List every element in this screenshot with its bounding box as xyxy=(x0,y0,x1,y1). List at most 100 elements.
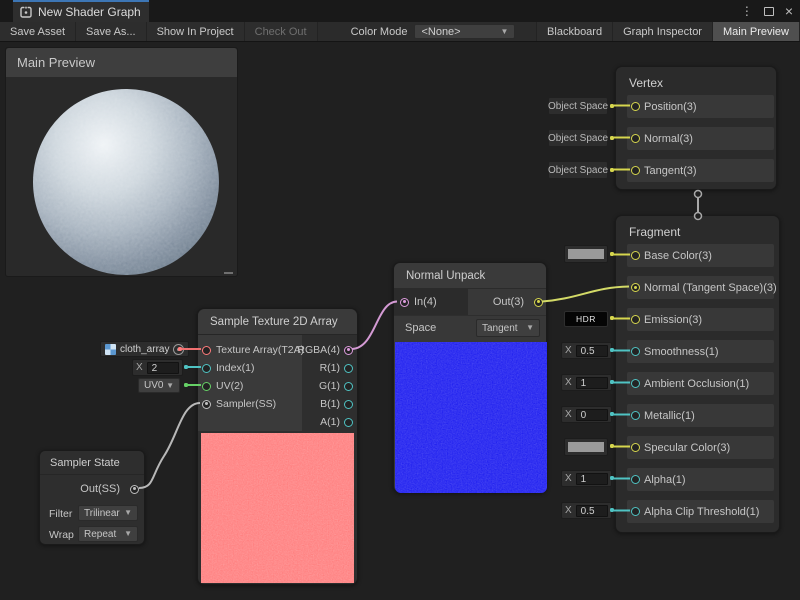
port-emission[interactable] xyxy=(631,315,640,324)
graph-canvas[interactable]: Main Preview Vertex Position(3) Normal(3… xyxy=(0,42,800,600)
filter-dropdown[interactable]: Trilinear ▼ xyxy=(78,505,138,521)
wrap-label: Wrap xyxy=(49,529,74,541)
value-field[interactable]: 1 xyxy=(576,473,608,485)
port-label: Alpha(1) xyxy=(644,474,686,486)
port-label: Out(3) xyxy=(493,296,524,308)
port-normal-tangent-space[interactable] xyxy=(631,283,640,292)
x-label: X xyxy=(565,505,572,516)
port-r[interactable] xyxy=(344,364,353,373)
port-specular-color[interactable] xyxy=(631,443,640,452)
port-a[interactable] xyxy=(344,418,353,427)
emission-color-swatch[interactable]: HDR xyxy=(564,311,608,327)
position-space-widget[interactable]: Object Space xyxy=(548,97,608,115)
tab-title: New Shader Graph xyxy=(38,5,141,19)
port-ambient-occlusion[interactable] xyxy=(631,379,640,388)
maximize-icon[interactable] xyxy=(764,7,774,16)
connector-dot xyxy=(184,383,188,387)
fragment-row-ambient-occlusion: Ambient Occlusion(1) xyxy=(627,372,774,395)
close-icon[interactable]: × xyxy=(785,4,793,18)
port-normal[interactable] xyxy=(631,134,640,143)
port-tangent[interactable] xyxy=(631,166,640,175)
port-out-ss[interactable] xyxy=(130,485,139,494)
connector-dot xyxy=(610,412,614,416)
port-index[interactable] xyxy=(202,364,211,373)
wrap-dropdown[interactable]: Repeat ▼ xyxy=(78,526,138,542)
port-label: Alpha Clip Threshold(1) xyxy=(644,506,759,518)
port-alpha-clip-threshold[interactable] xyxy=(631,507,640,516)
main-preview-header[interactable]: Main Preview xyxy=(6,48,237,77)
save-as-button[interactable]: Save As... xyxy=(76,22,147,41)
tab-new-shader-graph[interactable]: New Shader Graph xyxy=(13,0,149,22)
shader-graph-icon xyxy=(20,6,32,18)
alpha-clip-field[interactable]: X 0.5 xyxy=(561,502,612,519)
port-label: B(1) xyxy=(320,398,340,410)
tangent-space-widget[interactable]: Object Space xyxy=(548,161,608,179)
port-alpha[interactable] xyxy=(631,475,640,484)
specular-color-swatch[interactable] xyxy=(564,438,608,456)
port-label: Index(1) xyxy=(216,362,255,374)
value-field[interactable]: 0 xyxy=(576,409,608,421)
save-asset-button[interactable]: Save Asset xyxy=(0,22,76,41)
show-in-project-button[interactable]: Show In Project xyxy=(147,22,245,41)
port-texture-array[interactable] xyxy=(202,346,211,355)
port-position[interactable] xyxy=(631,102,640,111)
resize-handle[interactable] xyxy=(224,272,233,274)
node-sampler-state[interactable]: Sampler State Out(SS) Filter Trilinear ▼… xyxy=(39,450,145,545)
value-field[interactable]: 0.5 xyxy=(576,505,608,517)
value-field[interactable]: 2 xyxy=(147,362,179,374)
connector-dot xyxy=(178,347,182,351)
edge-sampler-state[interactable] xyxy=(139,403,200,488)
port-label: Metallic(1) xyxy=(644,410,695,422)
node-title: Fragment xyxy=(616,216,779,239)
space-value: Object Space xyxy=(548,133,608,144)
blackboard-button[interactable]: Blackboard xyxy=(536,22,613,41)
edge-rgba-to-in[interactable] xyxy=(352,302,397,350)
uv-channel-dropdown[interactable]: UV0 ▼ xyxy=(138,378,180,393)
port-in[interactable] xyxy=(400,298,409,307)
normal-space-widget[interactable]: Object Space xyxy=(548,129,608,147)
index-field[interactable]: X 2 xyxy=(132,359,183,376)
space-label: Space xyxy=(405,322,436,334)
value-field[interactable]: 0.5 xyxy=(576,345,608,357)
check-out-button: Check Out xyxy=(245,22,318,41)
node-vertex[interactable]: Vertex Position(3) Normal(3) Tangent(3) xyxy=(615,66,777,190)
value-field[interactable]: 1 xyxy=(576,377,608,389)
space-dropdown[interactable]: Tangent ▼ xyxy=(476,319,540,337)
main-preview-panel[interactable]: Main Preview xyxy=(5,47,238,277)
port-label: Normal(3) xyxy=(644,133,693,145)
port-sampler[interactable] xyxy=(202,400,211,409)
graph-inspector-button[interactable]: Graph Inspector xyxy=(613,22,713,41)
port-label: Ambient Occlusion(1) xyxy=(644,378,749,390)
node-sample-texture-2d-array[interactable]: Sample Texture 2D Array Texture Array(T2… xyxy=(197,308,358,585)
port-b[interactable] xyxy=(344,400,353,409)
port-smoothness[interactable] xyxy=(631,347,640,356)
port-label: Smoothness(1) xyxy=(644,346,719,358)
port-label: Specular Color(3) xyxy=(644,442,730,454)
base-color-swatch[interactable] xyxy=(564,245,608,263)
port-base-color[interactable] xyxy=(631,251,640,260)
connector-dot xyxy=(610,252,614,256)
dropdown-arrow-icon: ▼ xyxy=(166,382,174,390)
port-metallic[interactable] xyxy=(631,411,640,420)
port-label: Sampler(SS) xyxy=(216,398,276,410)
node-normal-unpack[interactable]: Normal Unpack In(4) Out(3) Space Tangent… xyxy=(393,262,547,493)
ambient-occlusion-field[interactable]: X 1 xyxy=(561,374,612,391)
color-mode-dropdown[interactable]: <None> ▼ xyxy=(414,24,515,39)
x-label: X xyxy=(136,362,143,373)
port-out[interactable] xyxy=(534,298,543,307)
main-preview-body xyxy=(6,77,237,277)
menu-dots-icon[interactable]: ⋮ xyxy=(741,5,753,17)
port-label: In(4) xyxy=(414,296,437,308)
filter-label: Filter xyxy=(49,508,72,520)
port-uv[interactable] xyxy=(202,382,211,391)
port-label: G(1) xyxy=(319,380,340,392)
smoothness-field[interactable]: X 0.5 xyxy=(561,342,612,359)
metallic-field[interactable]: X 0 xyxy=(561,406,612,423)
alpha-field[interactable]: X 1 xyxy=(561,470,612,487)
port-g[interactable] xyxy=(344,382,353,391)
main-preview-button[interactable]: Main Preview xyxy=(713,22,800,41)
port-label: Out(SS) xyxy=(80,483,120,495)
texture-array-object-field[interactable]: cloth_array xyxy=(100,341,189,357)
node-fragment[interactable]: Fragment Base Color(3) Normal (Tangent S… xyxy=(615,215,780,533)
port-rgba[interactable] xyxy=(344,346,353,355)
